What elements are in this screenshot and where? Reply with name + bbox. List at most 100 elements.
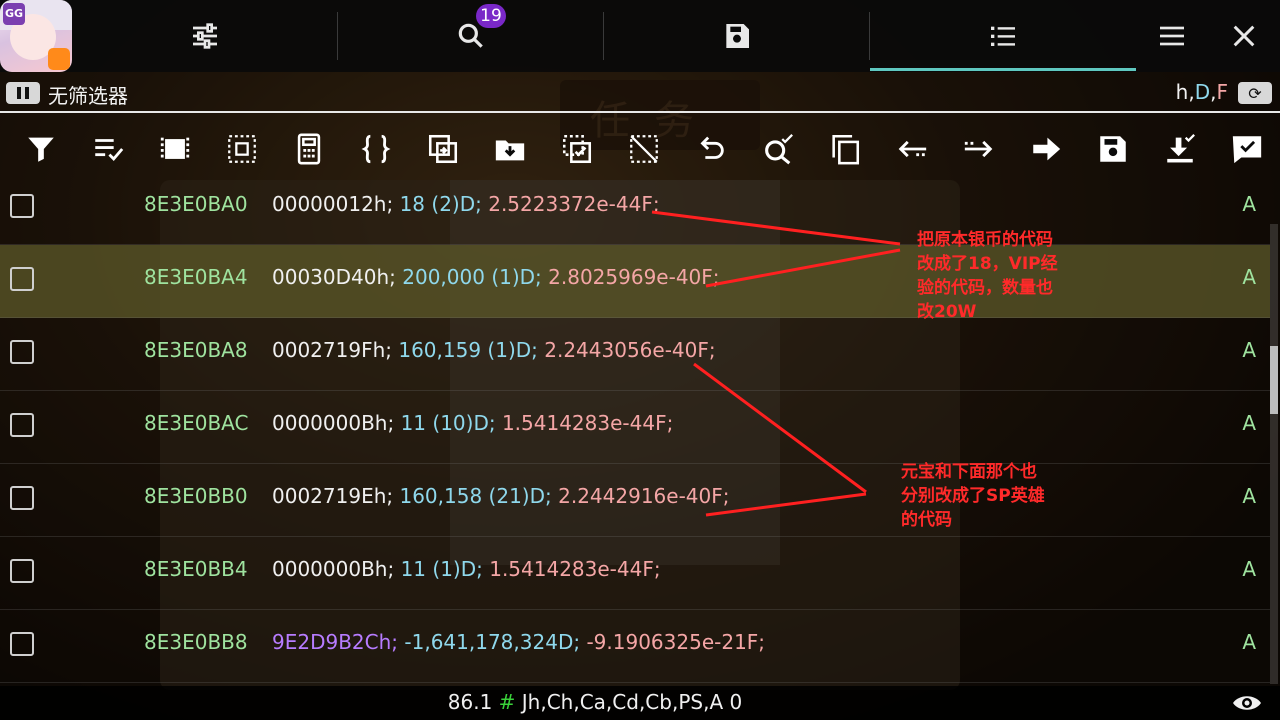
table-row[interactable]: 8E3E0BA0 00000012h; 18 (2)D; 2.5223372e-… xyxy=(0,172,1270,245)
annotation-line: 把原本银币的代码 xyxy=(917,230,1053,250)
swap-button[interactable] xyxy=(962,132,996,166)
row-address: 8E3E0BB4 xyxy=(144,557,248,581)
select-all-button[interactable] xyxy=(158,132,192,166)
row-checkbox[interactable] xyxy=(10,486,34,510)
copy-icon xyxy=(832,134,860,165)
refresh-button[interactable]: ⟳ xyxy=(1238,82,1272,104)
annotation-line: 分别改成了SP英雄 xyxy=(901,486,1045,506)
annotation-line: 改20W xyxy=(917,302,977,322)
menu-icon xyxy=(1160,26,1184,46)
row-address: 8E3E0BA8 xyxy=(144,338,248,362)
row-values: 0000000Bh; 11 (1)D; 1.5414283e-44F; xyxy=(272,557,661,581)
row-checkbox[interactable] xyxy=(10,413,34,437)
status-text: 86.1 # Jh,Ch,Ca,Cd,Cb,PS,A 0 xyxy=(0,690,1190,714)
tab-saved[interactable] xyxy=(604,0,869,72)
scrollbar-thumb[interactable] xyxy=(1270,346,1278,414)
tab-settings[interactable] xyxy=(72,0,337,72)
row-dword-value: 200,000 (1)D; xyxy=(402,265,542,289)
copy-button[interactable] xyxy=(828,132,862,166)
app-icon[interactable]: GG xyxy=(0,0,72,72)
row-type: A xyxy=(1242,192,1256,216)
row-float-value: 2.2442916e-40F; xyxy=(558,484,730,508)
save-icon xyxy=(725,24,749,48)
row-dword-value: 160,159 (1)D; xyxy=(398,338,538,362)
select-list-button[interactable] xyxy=(91,132,125,166)
row-address: 8E3E0BA4 xyxy=(144,265,248,289)
eye-icon[interactable] xyxy=(1232,692,1262,714)
filter-button[interactable] xyxy=(24,132,58,166)
load-button[interactable] xyxy=(1163,132,1197,166)
pause-button[interactable] xyxy=(6,82,40,104)
table-row[interactable]: 8E3E0BA8 0002719Fh; 160,159 (1)D; 2.2443… xyxy=(0,318,1270,391)
gg-logo-icon: GG xyxy=(3,3,25,25)
undo-button[interactable] xyxy=(694,132,728,166)
close-icon xyxy=(1233,25,1255,47)
table-row[interactable]: 8E3E0BA4 00030D40h; 200,000 (1)D; 2.8025… xyxy=(0,245,1270,318)
save-list-button[interactable] xyxy=(1096,132,1130,166)
select-range-button[interactable] xyxy=(560,132,594,166)
sliders-icon xyxy=(192,23,217,49)
flag-hex: h xyxy=(1175,80,1189,104)
row-checkbox[interactable] xyxy=(10,194,34,218)
save-icon xyxy=(1100,136,1126,162)
row-checkbox[interactable] xyxy=(10,632,34,656)
row-float-value: -9.1906325e-21F; xyxy=(586,630,766,654)
row-float-value: 2.2443056e-40F; xyxy=(544,338,716,362)
row-float-value: 1.5414283e-44F; xyxy=(489,557,661,581)
filter-bar: 无筛选器 h,D,F ⟳ xyxy=(0,76,1280,110)
calculator-button[interactable] xyxy=(292,132,326,166)
row-values: 00030D40h; 200,000 (1)D; 2.8025969e-40F; xyxy=(272,265,720,289)
pause-icon xyxy=(17,87,21,99)
status-regions: Jh,Ch,Ca,Cd,Cb,PS,A xyxy=(521,690,724,714)
row-checkbox[interactable] xyxy=(10,340,34,364)
annotation-line: 的代码 xyxy=(901,510,952,530)
search-selected-button[interactable] xyxy=(761,132,795,166)
table-row[interactable]: 8E3E0BB0 0002719Eh; 160,158 (21)D; 2.244… xyxy=(0,464,1270,537)
go-back-button[interactable] xyxy=(895,132,929,166)
row-address: 8E3E0BB8 xyxy=(144,630,248,654)
annotation-line: 验的代码，数量也 xyxy=(917,278,1053,298)
list-scrollbar[interactable] xyxy=(1270,224,1278,684)
row-dword-value: 18 (2)D; xyxy=(399,192,482,216)
edit-selected-button[interactable] xyxy=(1230,132,1264,166)
filter-label[interactable]: 无筛选器 xyxy=(48,80,128,109)
script-button[interactable] xyxy=(359,132,393,166)
menu-button[interactable] xyxy=(1148,0,1196,72)
tab-search[interactable] xyxy=(338,0,603,72)
import-icon xyxy=(495,140,525,161)
row-hex-value: 00030D40h; xyxy=(272,265,396,289)
close-button[interactable] xyxy=(1220,0,1268,72)
table-row[interactable]: 8E3E0BAC 0000000Bh; 11 (10)D; 1.5414283e… xyxy=(0,391,1270,464)
table-row[interactable]: 8E3E0BB4 0000000Bh; 11 (1)D; 1.5414283e-… xyxy=(0,537,1270,610)
import-button[interactable] xyxy=(493,132,527,166)
row-type: A xyxy=(1242,484,1256,508)
clear-selection-button[interactable] xyxy=(627,132,661,166)
table-row[interactable]: 8E3E0BB8 9E2D9B2Ch; -1,641,178,324D; -9.… xyxy=(0,610,1270,683)
row-checkbox[interactable] xyxy=(10,267,34,291)
filter-icon xyxy=(28,137,54,162)
refresh-icon: ⟳ xyxy=(1248,83,1262,103)
select-all-icon xyxy=(160,137,190,159)
deselect-icon xyxy=(228,135,256,163)
app-icon-badge xyxy=(48,48,70,70)
row-type: A xyxy=(1242,265,1256,289)
row-checkbox[interactable] xyxy=(10,559,34,583)
row-dword-value: 11 (1)D; xyxy=(400,557,483,581)
flag-float: F xyxy=(1216,80,1228,104)
select-range-icon xyxy=(562,134,592,164)
annotation-line: 改成了18，VIP经 xyxy=(917,254,1058,274)
status-bar: 86.1 # Jh,Ch,Ca,Cd,Cb,PS,A 0 xyxy=(0,686,1280,720)
arrow-left-icon xyxy=(898,140,927,158)
arrow-right-icon xyxy=(1033,137,1061,161)
copy-to-button[interactable] xyxy=(426,132,460,166)
row-dword-value: 160,158 (21)D; xyxy=(399,484,552,508)
row-address: 8E3E0BB0 xyxy=(144,484,248,508)
annotation-line: 元宝和下面那个也 xyxy=(901,462,1037,482)
deselect-button[interactable] xyxy=(225,132,259,166)
tab-memory-list[interactable] xyxy=(870,0,1136,72)
value-type-flags[interactable]: h,D,F xyxy=(1176,80,1228,104)
row-hex-value: 9E2D9B2Ch; xyxy=(272,630,399,654)
row-values: 9E2D9B2Ch; -1,641,178,324D; -9.1906325e-… xyxy=(272,630,765,654)
go-to-button[interactable] xyxy=(1029,132,1063,166)
edit-check-icon xyxy=(1232,136,1262,164)
